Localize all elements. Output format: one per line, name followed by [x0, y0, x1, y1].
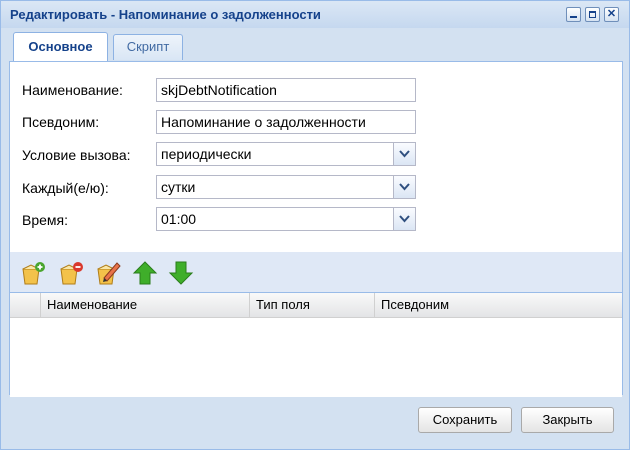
time-value: 01:00	[161, 211, 197, 227]
dialog-footer: Сохранить Закрыть	[1, 397, 629, 449]
every-dropdown-trigger[interactable]	[393, 176, 415, 198]
alias-input[interactable]: Напоминание о задолженности	[156, 110, 416, 134]
condition-label: Условие вызова:	[22, 147, 131, 163]
time-label: Время:	[22, 212, 69, 228]
window-title: Редактировать - Напоминание о задолженно…	[10, 7, 321, 22]
chevron-down-icon	[399, 183, 410, 191]
move-up-button[interactable]	[132, 260, 158, 286]
every-select[interactable]: сутки	[156, 175, 416, 199]
main-panel: Наименование: skjDebtNotification Псевдо…	[9, 61, 623, 397]
close-icon: ✕	[606, 8, 617, 20]
edit-field-icon	[97, 262, 121, 285]
chevron-down-icon	[399, 150, 410, 158]
minimize-button[interactable]	[566, 7, 581, 22]
condition-select[interactable]: периодически	[156, 142, 416, 166]
close-window-button[interactable]: ✕	[604, 7, 619, 22]
move-up-icon	[132, 261, 158, 285]
chevron-down-icon	[399, 215, 410, 223]
every-value: сутки	[161, 179, 196, 195]
condition-dropdown-trigger[interactable]	[393, 143, 415, 165]
every-label: Каждый(е/ю):	[22, 180, 109, 196]
grid-header: Наименование Тип поля Псевдоним	[10, 293, 622, 318]
tab-strip: Основное Скрипт	[8, 32, 622, 62]
maximize-button[interactable]	[585, 7, 600, 22]
column-header-alias[interactable]: Псевдоним	[374, 293, 622, 317]
fields-grid[interactable]: Наименование Тип поля Псевдоним	[10, 292, 622, 397]
condition-value: периодически	[161, 146, 252, 162]
edit-window: Редактировать - Напоминание о задолженно…	[0, 0, 630, 450]
fields-toolbar	[10, 252, 622, 292]
delete-field-icon	[60, 262, 83, 285]
name-input[interactable]: skjDebtNotification	[156, 78, 416, 102]
name-label: Наименование:	[22, 82, 123, 98]
close-button[interactable]: Закрыть	[521, 407, 614, 433]
minimize-icon	[570, 16, 577, 18]
delete-field-button[interactable]	[58, 260, 84, 286]
maximize-icon	[589, 11, 596, 18]
tab-main[interactable]: Основное	[13, 32, 108, 62]
title-bar[interactable]: Редактировать - Напоминание о задолженно…	[1, 1, 629, 28]
alias-label: Псевдоним:	[22, 114, 100, 130]
add-field-icon	[22, 262, 45, 285]
properties-form: Наименование: skjDebtNotification Псевдо…	[10, 62, 622, 252]
time-dropdown-trigger[interactable]	[393, 208, 415, 230]
move-down-icon	[168, 261, 194, 285]
edit-field-button[interactable]	[95, 260, 121, 286]
time-select[interactable]: 01:00	[156, 207, 416, 231]
tab-script[interactable]: Скрипт	[113, 34, 183, 60]
move-down-button[interactable]	[168, 260, 194, 286]
add-field-button[interactable]	[20, 260, 46, 286]
column-header-type[interactable]: Тип поля	[249, 293, 374, 317]
save-button[interactable]: Сохранить	[418, 407, 512, 433]
column-header-name[interactable]: Наименование	[40, 293, 249, 317]
